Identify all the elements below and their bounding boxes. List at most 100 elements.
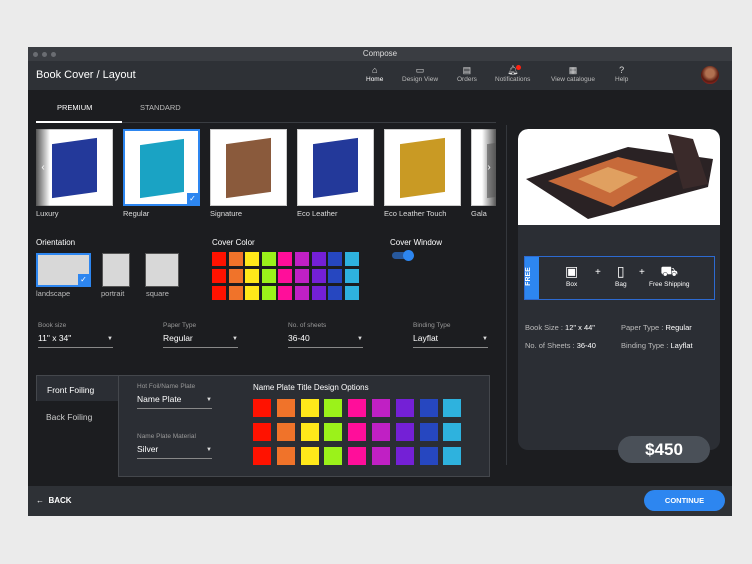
color-swatch[interactable] (311, 252, 326, 266)
tab-standard[interactable]: STANDARD (140, 103, 181, 112)
orientation-portrait[interactable] (102, 253, 130, 287)
color-swatch[interactable] (324, 399, 343, 417)
color-swatch[interactable] (371, 423, 390, 441)
divider (506, 125, 507, 465)
color-swatch[interactable] (324, 447, 343, 465)
title-bar: Compose (28, 47, 732, 61)
avatar[interactable] (701, 66, 719, 84)
cover-option[interactable] (384, 129, 461, 206)
select-paper-type[interactable]: Paper Type Regular ▼ (163, 322, 238, 348)
color-swatch[interactable] (261, 286, 276, 300)
continue-button[interactable]: CONTINUE (644, 490, 725, 511)
spec-sheets: No. of Sheets : 36-40 (525, 341, 596, 350)
select-binding-type[interactable]: Binding Type Layflat ▼ (413, 322, 488, 348)
nav-home[interactable]: ⌂ Home (366, 65, 383, 83)
cover-option[interactable] (210, 129, 287, 206)
cover-color-title: Cover Color (212, 238, 255, 247)
color-swatch[interactable] (328, 269, 343, 283)
tab-back-foiling[interactable]: Back Foiling (36, 403, 118, 429)
color-swatch[interactable] (328, 286, 343, 300)
color-swatch[interactable] (371, 399, 390, 417)
cover-option[interactable] (297, 129, 374, 206)
back-button[interactable]: ← BACK (36, 496, 72, 505)
color-swatch[interactable] (294, 252, 309, 266)
color-swatch[interactable] (228, 252, 243, 266)
tab-bar: PREMIUM STANDARD (36, 90, 496, 123)
cover-option-label: Eco Leather Touch (384, 209, 447, 218)
help-icon: ? (619, 65, 625, 75)
color-swatch[interactable] (228, 269, 243, 283)
color-swatch[interactable] (245, 269, 260, 283)
nav-help[interactable]: ? Help (615, 65, 628, 83)
chevron-right-icon[interactable]: › (482, 129, 496, 206)
nav-notifications[interactable]: 🔔︎ Notifications (495, 65, 530, 83)
color-swatch[interactable] (245, 286, 260, 300)
free-items-banner: FREE ▣ Box + ▯ Bag + ⛟ Free Shipping (524, 256, 715, 300)
color-swatch[interactable] (300, 423, 319, 441)
color-swatch[interactable] (311, 286, 326, 300)
window-controls[interactable] (33, 52, 56, 57)
color-swatch[interactable] (294, 286, 309, 300)
color-swatch[interactable] (212, 286, 226, 300)
color-swatch[interactable] (294, 269, 309, 283)
color-swatch[interactable] (212, 252, 226, 266)
color-swatch[interactable] (278, 252, 293, 266)
color-swatch[interactable] (324, 423, 343, 441)
select-no-of-sheets[interactable]: No. of sheets 36-40 ▼ (288, 322, 363, 348)
cover-window-toggle[interactable] (392, 250, 414, 261)
color-swatch[interactable] (348, 423, 367, 441)
color-swatch[interactable] (212, 269, 226, 283)
nav-design-view[interactable]: ▭ Design View (402, 65, 438, 83)
chevron-left-icon[interactable]: ‹ (36, 129, 50, 206)
color-swatch[interactable] (371, 447, 390, 465)
color-swatch[interactable] (276, 423, 295, 441)
color-swatch[interactable] (253, 447, 271, 465)
select-book-size[interactable]: Book size 11" x 34" ▼ (38, 322, 113, 348)
color-swatch[interactable] (300, 447, 319, 465)
color-swatch[interactable] (419, 423, 438, 441)
color-swatch[interactable] (253, 423, 271, 441)
color-swatch[interactable] (443, 399, 462, 417)
color-swatch[interactable] (443, 423, 462, 441)
color-swatch[interactable] (419, 447, 438, 465)
cover-option[interactable]: ✓ (123, 129, 200, 206)
orientation-landscape[interactable]: ✓ (36, 253, 91, 287)
cover-image (313, 138, 358, 199)
color-swatch[interactable] (261, 252, 276, 266)
color-swatch[interactable] (395, 423, 414, 441)
color-swatch[interactable] (278, 286, 293, 300)
material-select[interactable]: Name Plate Material Silver ▼ (137, 433, 212, 459)
summary-card: FREE ▣ Box + ▯ Bag + ⛟ Free Shipping Book S… (518, 129, 720, 450)
color-swatch[interactable] (344, 269, 359, 283)
color-swatch[interactable] (344, 286, 359, 300)
app-window: Compose Book Cover / Layout ⌂ Home ▭ Desig… (28, 47, 732, 516)
cover-option-label: Gala (471, 209, 487, 218)
tab-front-foiling[interactable]: Front Foiling (36, 375, 118, 401)
color-swatch[interactable] (311, 269, 326, 283)
caret-down-icon: ▼ (482, 336, 488, 342)
nav-orders[interactable]: ▤ Orders (457, 65, 477, 83)
orientation-square[interactable] (145, 253, 179, 287)
color-swatch[interactable] (276, 399, 295, 417)
color-swatch[interactable] (253, 399, 271, 417)
color-swatch[interactable] (348, 399, 367, 417)
arrow-left-icon: ← (36, 496, 49, 505)
color-swatch[interactable] (278, 269, 293, 283)
color-swatch[interactable] (300, 399, 319, 417)
tab-premium[interactable]: PREMIUM (57, 103, 92, 112)
color-swatch[interactable] (395, 399, 414, 417)
color-swatch[interactable] (228, 286, 243, 300)
color-swatch[interactable] (276, 447, 295, 465)
color-swatch[interactable] (443, 447, 462, 465)
color-swatch[interactable] (395, 447, 414, 465)
color-swatch[interactable] (348, 447, 367, 465)
color-swatch[interactable] (419, 399, 438, 417)
color-swatch[interactable] (328, 252, 343, 266)
color-swatch[interactable] (344, 252, 359, 266)
color-swatch[interactable] (245, 252, 260, 266)
nav-view-catalogue[interactable]: ▦ View catalogue (551, 65, 595, 83)
hot-foil-select[interactable]: Hot Foil/Name Plate Name Plate ▼ (137, 383, 212, 409)
cover-color-grid (212, 252, 359, 300)
color-swatch[interactable] (261, 269, 276, 283)
orientation-label: square (146, 289, 169, 298)
